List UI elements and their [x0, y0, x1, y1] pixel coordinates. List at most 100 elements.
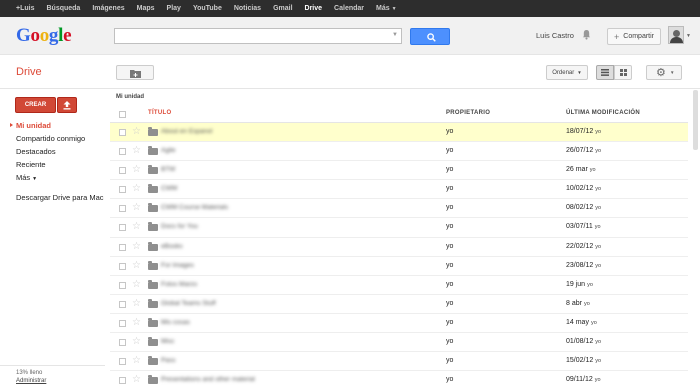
star-icon[interactable]: ☆	[132, 145, 141, 157]
row-checkbox[interactable]	[119, 167, 126, 175]
search-input[interactable]	[115, 29, 385, 43]
file-owner: yo	[446, 261, 454, 269]
table-row[interactable]: ☆ About en Espanol yo 18/07/12 yo	[110, 123, 688, 143]
notifications-bell-icon[interactable]	[582, 29, 591, 40]
column-title[interactable]: TÍTULO	[148, 110, 171, 116]
file-name[interactable]: BTW	[161, 166, 175, 173]
google-bar-link[interactable]: Gmail	[273, 5, 292, 12]
file-name[interactable]: Misc	[161, 338, 174, 345]
table-row[interactable]: ☆ Mis cosas yo 14 may yo	[110, 314, 688, 334]
google-bar-link[interactable]: Play	[167, 5, 181, 12]
table-row[interactable]: ☆ Docs for You yo 03/07/11 yo	[110, 218, 688, 238]
file-name[interactable]: Fotos Marzo	[161, 281, 197, 288]
table-row[interactable]: ☆ Agile yo 26/07/12 yo	[110, 142, 688, 162]
star-icon[interactable]: ☆	[132, 126, 141, 138]
select-all-checkbox[interactable]	[119, 111, 126, 118]
file-name[interactable]: Mis cosas	[161, 319, 190, 326]
account-dropdown-icon[interactable]: ▼	[686, 33, 691, 39]
star-icon[interactable]: ☆	[132, 164, 141, 176]
row-checkbox[interactable]	[119, 358, 126, 366]
search-button[interactable]	[410, 28, 450, 45]
user-name[interactable]: Luis Castro	[536, 31, 574, 40]
star-icon[interactable]: ☆	[132, 241, 141, 253]
row-checkbox[interactable]	[119, 243, 126, 251]
search-box[interactable]: ▼	[114, 28, 402, 44]
row-checkbox[interactable]	[119, 377, 126, 385]
scrollbar[interactable]	[693, 90, 698, 150]
table-row[interactable]: ☆ For Images yo 23/08/12 yo	[110, 257, 688, 276]
row-checkbox[interactable]	[119, 186, 126, 194]
google-bar-link[interactable]: Imágenes	[92, 5, 124, 12]
file-name[interactable]: CWM Course Materials	[161, 204, 228, 211]
breadcrumb[interactable]: Mi unidad	[116, 94, 144, 100]
google-bar-link[interactable]: Calendar	[334, 5, 364, 12]
star-icon[interactable]: ☆	[132, 221, 141, 233]
google-bar-link[interactable]: +Luis	[16, 5, 34, 12]
google-bar-link[interactable]: Búsqueda	[46, 5, 80, 12]
google-bar-link[interactable]: Noticias	[234, 5, 261, 12]
grid-view-button[interactable]	[614, 65, 632, 80]
file-name[interactable]: Pass	[161, 357, 175, 364]
table-row[interactable]: ☆ BTW yo 26 mar yo	[110, 161, 688, 181]
google-bar-link[interactable]: Más ▼	[376, 5, 397, 12]
row-checkbox[interactable]	[119, 224, 126, 232]
file-name[interactable]: CWM	[161, 185, 177, 192]
upload-button[interactable]	[57, 97, 77, 113]
new-folder-button[interactable]	[116, 65, 154, 80]
file-name[interactable]: Presentations and other material	[161, 376, 255, 383]
file-name[interactable]: About en Espanol	[161, 128, 212, 135]
google-bar: +Luis Búsqueda Imágenes Maps Play YouTube Noti…	[0, 0, 700, 17]
star-icon[interactable]: ☆	[132, 298, 141, 310]
table-row[interactable]: ☆ Global Teams Stuff yo 8 abr yo	[110, 295, 688, 314]
avatar[interactable]	[668, 26, 684, 44]
table-row[interactable]: ☆ CWM Course Materials yo 08/02/12 yo	[110, 199, 688, 219]
row-checkbox[interactable]	[119, 148, 126, 156]
sidebar-item[interactable]: Mi unidad	[0, 119, 105, 132]
star-icon[interactable]: ☆	[132, 260, 141, 272]
star-icon[interactable]: ☆	[132, 336, 141, 348]
list-view-button[interactable]	[596, 65, 614, 80]
sidebar-item[interactable]: Reciente	[0, 158, 105, 171]
file-name[interactable]: eBooks	[161, 243, 183, 250]
table-row[interactable]: ☆ Presentations and other material yo 09/11…	[110, 371, 688, 389]
download-drive-link[interactable]: Descargar Drive para Mac	[16, 193, 104, 202]
file-name[interactable]: Global Teams Stuff	[161, 300, 216, 307]
sidebar-item[interactable]: Compartido conmigo	[0, 132, 105, 145]
star-icon[interactable]: ☆	[132, 355, 141, 367]
column-modified[interactable]: ÚLTIMA MODIFICACIÓN	[566, 110, 640, 116]
star-icon[interactable]: ☆	[132, 183, 141, 195]
google-bar-link[interactable]: Drive	[305, 5, 323, 12]
row-checkbox[interactable]	[119, 281, 126, 289]
row-checkbox[interactable]	[119, 319, 126, 327]
star-icon[interactable]: ☆	[132, 317, 141, 329]
row-checkbox[interactable]	[119, 129, 126, 136]
create-button[interactable]: CREAR	[15, 97, 56, 113]
file-name[interactable]: Agile	[161, 147, 175, 154]
sidebar-item[interactable]: Destacados	[0, 145, 105, 158]
table-row[interactable]: ☆ eBooks yo 22/02/12 yo	[110, 238, 688, 257]
table-row[interactable]: ☆ CWM yo 10/02/12 yo	[110, 180, 688, 200]
google-bar-link[interactable]: Maps	[137, 5, 155, 12]
sort-button[interactable]: Ordenar ▼	[546, 65, 588, 80]
file-name[interactable]: For Images	[161, 262, 194, 269]
google-bar-link[interactable]: YouTube	[193, 5, 222, 12]
google-logo[interactable]: Google	[16, 25, 72, 47]
file-name[interactable]: Docs for You	[161, 223, 198, 230]
search-options-dropdown-icon[interactable]: ▼	[392, 32, 398, 38]
table-row[interactable]: ☆ Fotos Marzo yo 19 jun yo	[110, 276, 688, 295]
sidebar-item[interactable]: Más ▼	[0, 171, 105, 184]
share-button[interactable]: + Compartir	[607, 28, 661, 45]
table-row[interactable]: ☆ Misc yo 01/08/12 yo	[110, 333, 688, 353]
row-checkbox[interactable]	[119, 205, 126, 213]
manage-storage-link[interactable]: Administrar	[16, 378, 46, 384]
row-checkbox[interactable]	[119, 262, 126, 270]
star-icon[interactable]: ☆	[132, 374, 141, 386]
table-row[interactable]: ☆ Pass yo 15/02/12 yo	[110, 352, 688, 372]
row-checkbox[interactable]	[119, 300, 126, 308]
column-owner[interactable]: PROPIETARIO	[446, 110, 490, 116]
row-checkbox[interactable]	[119, 339, 126, 347]
star-icon[interactable]: ☆	[132, 279, 141, 291]
app-title[interactable]: Drive	[16, 66, 42, 78]
settings-button[interactable]: ⚙ ▼	[646, 65, 682, 80]
star-icon[interactable]: ☆	[132, 202, 141, 214]
